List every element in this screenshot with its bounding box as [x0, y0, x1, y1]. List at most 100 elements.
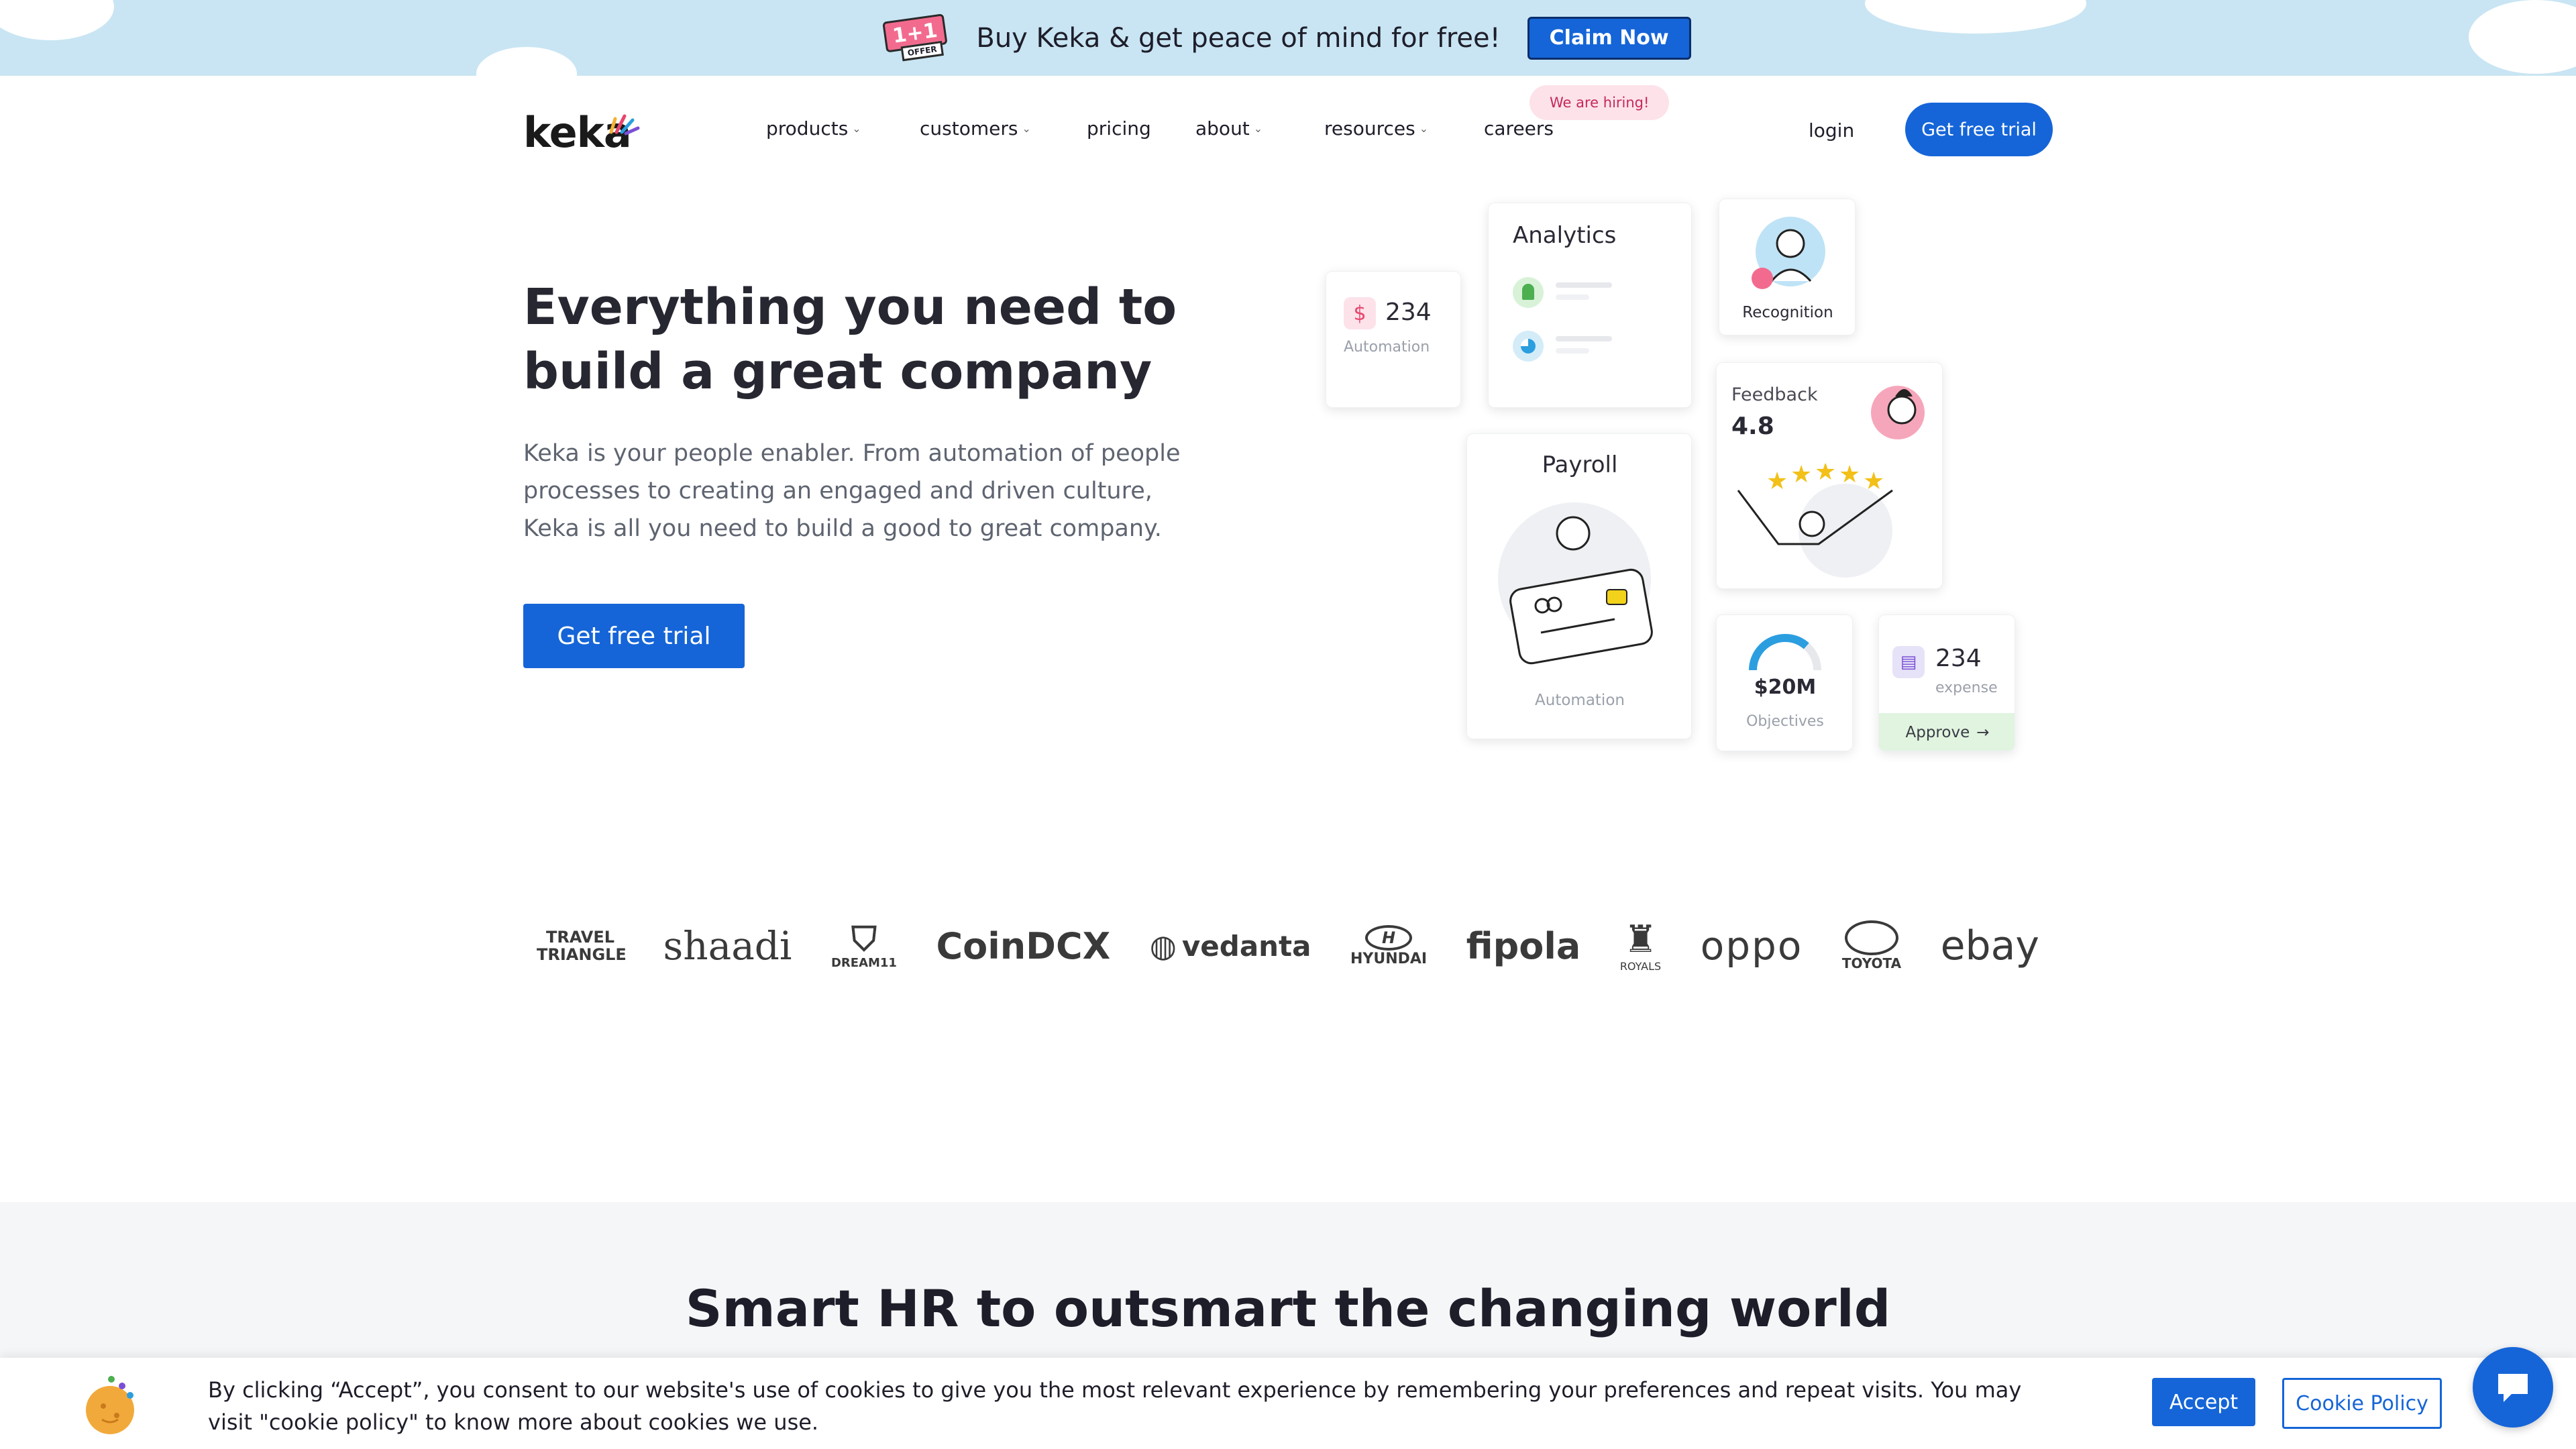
- customer-logos: TRAVEL TRIANGLE shaadi ⛉ DREAM11 CoinDCX …: [537, 899, 2039, 993]
- hero-title-line2: build a great company: [523, 343, 1152, 400]
- approve-button[interactable]: Approve →: [1879, 713, 2015, 751]
- royals-crest-icon: ♜: [1623, 917, 1658, 961]
- nav-pricing-label: pricing: [1087, 117, 1151, 140]
- dollar-icon: $: [1344, 297, 1376, 329]
- royals-text: ROYALS: [1619, 959, 1662, 973]
- feedback-rating: 4.8: [1731, 413, 1774, 440]
- chat-widget-button[interactable]: [2473, 1347, 2553, 1428]
- expense-label: expense: [1935, 680, 1998, 696]
- dream11-shield-icon: ⛉: [851, 919, 877, 959]
- offer-tag-icon: 1+1 OFFER: [882, 13, 953, 63]
- receipt-icon: ▤: [1892, 646, 1925, 678]
- main-nav: keka products ⌄ customers ⌄ pricing about ⌄…: [0, 76, 2576, 183]
- nav-resources-label: resources: [1324, 117, 1415, 140]
- toyota-logo: TOYOTA: [1842, 920, 1901, 971]
- logo-rays-icon: [609, 114, 640, 136]
- pie-chart-icon: [1513, 331, 1544, 362]
- hero-subtitle: Keka is your people enabler. From automa…: [523, 440, 1181, 542]
- arrow-right-icon: →: [1976, 724, 1990, 741]
- oppo-text: oppo: [1700, 923, 1803, 969]
- feedback-card: Feedback 4.8 ★ ★ ★ ★ ★: [1716, 362, 1943, 589]
- placeholder-line: [1556, 336, 1612, 341]
- accept-cookies-button[interactable]: Accept: [2152, 1378, 2255, 1426]
- nav-about-label: about: [1195, 117, 1250, 140]
- nav-about[interactable]: about ⌄: [1195, 117, 1263, 140]
- hero-title-line1: Everything you need to: [523, 278, 1177, 336]
- ebay-logo: ebay: [1941, 922, 2039, 969]
- nav-products[interactable]: products ⌄: [766, 117, 861, 140]
- recognition-card: Recognition: [1719, 199, 1856, 335]
- objectives-value: $20M: [1754, 676, 1817, 699]
- analytics-card: Analytics: [1488, 203, 1692, 408]
- vedanta-text: vedanta: [1181, 929, 1311, 963]
- nav-customers-label: customers: [920, 117, 1018, 140]
- coindcx-logo: CoinDCX: [936, 925, 1110, 967]
- hyundai-logo: H HYUNDAI: [1350, 924, 1428, 967]
- payroll-label: Automation: [1535, 692, 1625, 709]
- nav-careers[interactable]: careers: [1484, 117, 1554, 140]
- travel-triangle-logo: TRAVEL TRIANGLE: [537, 928, 627, 963]
- hyundai-emblem-icon: H: [1365, 924, 1413, 951]
- fipola-logo: fipola: [1466, 925, 1581, 967]
- toyota-text: TOYOTA: [1841, 955, 1902, 971]
- cookie-icon: [86, 1376, 134, 1434]
- svg-text:★: ★: [1790, 464, 1812, 488]
- hero-title: Everything you need to build a great com…: [523, 275, 1194, 404]
- hyundai-text: HYUNDAI: [1350, 950, 1428, 967]
- placeholder-line: [1556, 294, 1589, 300]
- toyota-emblem-icon: [1844, 920, 1898, 955]
- payroll-card: Payroll Automation: [1466, 433, 1692, 739]
- nav-resources[interactable]: resources ⌄: [1324, 117, 1428, 140]
- dream11-text: DREAM11: [830, 955, 897, 970]
- login-link[interactable]: login: [1809, 119, 1854, 142]
- nav-customers[interactable]: customers ⌄: [920, 117, 1031, 140]
- gauge-icon: [1749, 634, 1821, 671]
- chat-bubble-icon: [2498, 1374, 2528, 1402]
- cookie-policy-button[interactable]: Cookie Policy: [2282, 1378, 2442, 1429]
- automation-value: 234: [1385, 299, 1432, 326]
- nav-free-trial-button[interactable]: Get free trial: [1905, 103, 2053, 156]
- expense-value: 234: [1935, 645, 1982, 672]
- svg-text:★: ★: [1839, 464, 1860, 488]
- nav-careers-label: careers: [1484, 117, 1554, 140]
- oppo-logo: oppo: [1701, 923, 1803, 969]
- cookie-banner: By clicking “Accept”, you consent to our…: [0, 1358, 2576, 1449]
- vedanta-globe-icon: ◍: [1149, 928, 1177, 964]
- shaadi-logo: shaadi: [663, 923, 792, 969]
- fipola-text: fipola: [1466, 924, 1581, 967]
- chevron-down-icon: ⌄: [852, 122, 861, 135]
- svg-text:★: ★: [1766, 468, 1788, 495]
- placeholder-line: [1556, 348, 1589, 354]
- approve-label: Approve: [1905, 724, 1970, 741]
- dream11-logo: ⛉ DREAM11: [831, 922, 897, 970]
- ebay-text: ebay: [1940, 922, 2039, 969]
- analytics-title: Analytics: [1513, 222, 1617, 249]
- expense-card: ▤ 234 expense Approve →: [1878, 614, 2015, 751]
- svg-text:★: ★: [1863, 468, 1884, 495]
- automation-card: $ 234 Automation: [1326, 271, 1461, 408]
- svg-text:★: ★: [1815, 464, 1836, 486]
- coindcx-text: CoinDCX: [936, 924, 1111, 967]
- celebration-illustration: ★ ★ ★ ★ ★: [1737, 464, 1893, 578]
- vedanta-logo: ◍ vedanta: [1150, 928, 1311, 964]
- recognition-label: Recognition: [1742, 304, 1833, 321]
- chevron-down-icon: ⌄: [1419, 122, 1429, 135]
- placeholder-line: [1556, 282, 1612, 288]
- cookie-consent-text: By clicking “Accept”, you consent to our…: [208, 1377, 2022, 1435]
- chevron-down-icon: ⌄: [1253, 122, 1263, 135]
- chevron-down-icon: ⌄: [1022, 122, 1031, 135]
- bell-icon: [1513, 277, 1544, 308]
- payroll-card-illustration: [1498, 502, 1653, 665]
- rajasthan-royals-logo: ♜ ROYALS: [1619, 917, 1662, 973]
- recognition-illustration: [1752, 217, 1825, 289]
- section-title: Smart HR to outsmart the changing world: [685, 1279, 1891, 1338]
- hiring-badge[interactable]: We are hiring!: [1529, 85, 1670, 120]
- claim-now-button[interactable]: Claim Now: [1527, 16, 1691, 60]
- shaadi-text: shaadi: [663, 923, 792, 969]
- nav-pricing[interactable]: pricing: [1087, 117, 1151, 140]
- avatar-illustration: [1871, 386, 1925, 439]
- objectives-label: Objectives: [1746, 713, 1824, 730]
- payroll-title: Payroll: [1542, 451, 1618, 478]
- objectives-card: $20M Objectives: [1716, 614, 1853, 751]
- hero-free-trial-button[interactable]: Get free trial: [523, 604, 745, 668]
